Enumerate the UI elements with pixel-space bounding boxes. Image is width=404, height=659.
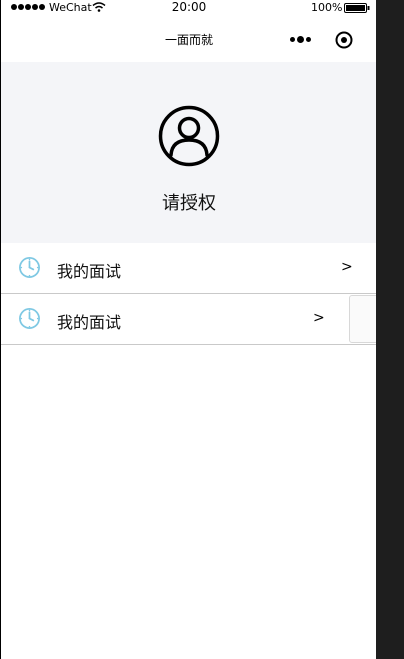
battery-percentage: 100% xyxy=(311,1,343,14)
profile-header: 请授权 xyxy=(1,62,376,243)
swipe-action-button[interactable] xyxy=(349,295,376,343)
status-bar: WeChat 20:00 100% xyxy=(1,0,376,16)
list-item-label: 我的面试 xyxy=(57,313,122,332)
page-title: 一面而就 xyxy=(164,33,213,47)
clock-icon xyxy=(19,308,40,329)
authorize-login-link[interactable]: 请授权 xyxy=(1,189,376,215)
close-miniprogram-button[interactable] xyxy=(335,31,353,49)
list-item-my-interviews[interactable]: 我的面试 > xyxy=(1,243,376,294)
phone-screen: WeChat 20:00 100% 一面而就 请授权 我的面试 > 我的面试 > xyxy=(0,0,376,659)
chevron-right-icon: > xyxy=(313,310,325,326)
user-avatar-icon[interactable] xyxy=(158,105,220,167)
list-item-my-interviews[interactable]: 我的面试 > xyxy=(1,294,376,345)
navigation-bar: 一面而就 xyxy=(1,16,376,62)
battery-icon xyxy=(344,3,370,13)
menu-list: 我的面试 > 我的面试 > xyxy=(1,243,376,345)
list-item-label: 我的面试 xyxy=(57,262,122,281)
clock-icon xyxy=(19,257,40,278)
chevron-right-icon: > xyxy=(341,259,353,275)
more-options-button[interactable] xyxy=(290,32,314,46)
